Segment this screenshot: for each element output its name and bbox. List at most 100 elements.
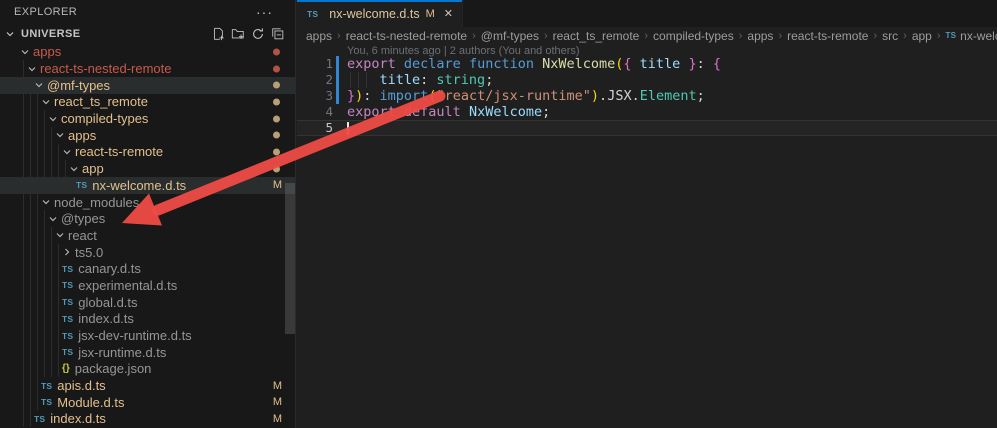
indent-guide (23, 260, 24, 277)
chevron-down-icon (68, 163, 80, 175)
tree-item-experimental-d-ts[interactable]: TSexperimental.d.ts (0, 277, 295, 294)
indent-guide (44, 344, 45, 361)
chevron-down-icon (54, 229, 66, 241)
tree-item-react[interactable]: react (0, 227, 295, 244)
explorer-title: EXPLORER (14, 6, 77, 18)
code-editor[interactable]: You, 6 minutes ago | 2 authors (You and … (297, 44, 997, 428)
breadcrumb-item-react-ts-remote[interactable]: react_ts_remote (553, 29, 640, 43)
workspace-section-header[interactable]: UNIVERSE (0, 24, 295, 43)
breadcrumb-item-compiled-types[interactable]: compiled-types (653, 29, 734, 43)
indent-guide (30, 127, 31, 144)
new-folder-icon[interactable] (229, 25, 246, 42)
indent-guide (23, 60, 24, 77)
tree-item-jsx-runtime-d-ts[interactable]: TSjsx-runtime.d.ts (0, 344, 295, 361)
tree-item-nx-welcome-d-ts[interactable]: TSnx-welcome.d.tsM (0, 177, 295, 194)
tree-item-global-d-ts[interactable]: TSglobal.d.ts (0, 294, 295, 311)
indent-guide (37, 210, 38, 227)
chevron-down-icon (40, 96, 52, 108)
tree-item-ts5-0[interactable]: ts5.0 (0, 244, 295, 261)
git-gutter-modified-bar (336, 88, 339, 104)
code-line-1[interactable]: 1export declare function NxWelcome({ tit… (297, 56, 997, 72)
tree-item-canary-d-ts[interactable]: TScanary.d.ts (0, 260, 295, 277)
indent-guide (30, 277, 31, 294)
indent-guide (30, 77, 31, 94)
tree-item--types[interactable]: @types (0, 210, 295, 227)
git-modified-badge: M (273, 396, 282, 408)
tree-item-react-ts-nested-remote[interactable]: react-ts-nested-remote (0, 60, 295, 77)
indent-guide (58, 244, 59, 261)
explorer-sidebar: EXPLORER ··· UNIVERSE appsreact-ts-neste… (0, 0, 296, 428)
breadcrumb-item-apps[interactable]: apps (747, 29, 773, 43)
breadcrumb-item-src[interactable]: src (882, 29, 898, 43)
tree-item-jsx-dev-runtime-d-ts[interactable]: TSjsx-dev-runtime.d.ts (0, 327, 295, 344)
tree-item-package-json[interactable]: {}package.json (0, 361, 295, 378)
sidebar-scrollbar[interactable] (285, 183, 295, 334)
tree-item-node-modules[interactable]: node_modules (0, 194, 295, 211)
indent-guide (44, 294, 45, 311)
typescript-file-icon: TS (76, 180, 87, 190)
close-icon[interactable]: ✕ (444, 7, 453, 20)
tree-item-compiled-types[interactable]: compiled-types (0, 110, 295, 127)
git-modified-dot (273, 48, 280, 55)
tree-item-apps[interactable]: apps (0, 44, 295, 61)
breadcrumb-item-react-ts-nested-remote[interactable]: react-ts-nested-remote (346, 29, 467, 43)
indent-guide (23, 227, 24, 244)
typescript-file-icon: TS (62, 297, 73, 307)
breadcrumb-separator: › (937, 30, 941, 42)
tab-nx-welcome[interactable]: TS nx-welcome.d.ts M ✕ (297, 0, 463, 27)
indent-guide (44, 277, 45, 294)
indent-guide (58, 177, 59, 194)
tree-item-label: react-ts-remote (75, 144, 163, 159)
code-line-2[interactable]: 2 title: string; (297, 72, 997, 88)
indent-guide (51, 327, 52, 344)
breadcrumb-item-nx-welcome-d-ts[interactable]: TSnx-welcome.d.ts (946, 29, 997, 43)
breadcrumb-item-apps[interactable]: apps (306, 29, 332, 43)
breadcrumb-separator: › (778, 30, 782, 42)
breadcrumb-item--mf-types[interactable]: @mf-types (481, 29, 539, 43)
indent-guide (23, 94, 24, 111)
tree-item-index-d-ts[interactable]: TSindex.d.ts (0, 311, 295, 328)
indent-guide (58, 277, 59, 294)
tree-item-label: node_modules (54, 195, 139, 210)
ellipsis-icon[interactable]: ··· (256, 7, 281, 17)
code-line-3[interactable]: 3}): import("react/jsx-runtime").JSX.Ele… (297, 88, 997, 104)
indent-guide (37, 344, 38, 361)
git-modified-badge: M (273, 179, 282, 191)
code-line-4[interactable]: 4export default NxWelcome; (297, 104, 997, 120)
tree-item-label: jsx-runtime.d.ts (78, 345, 166, 360)
git-modified-dot (273, 148, 280, 155)
breadcrumb-item-react-ts-remote[interactable]: react-ts-remote (787, 29, 868, 43)
tree-item--mf-types[interactable]: @mf-types (0, 77, 295, 94)
indent-guide (51, 294, 52, 311)
tree-item-react-ts-remote[interactable]: react-ts-remote (0, 144, 295, 161)
indent-guide (44, 127, 45, 144)
indent-guide (30, 177, 31, 194)
indent-guide (23, 411, 24, 428)
chevron-down-icon (4, 28, 16, 40)
refresh-icon[interactable] (249, 25, 266, 42)
indent-guide (23, 127, 24, 144)
tab-modified-badge: M (426, 8, 435, 20)
tree-item-apis-d-ts[interactable]: TSapis.d.tsM (0, 377, 295, 394)
indent-guide (44, 144, 45, 161)
indent-guide (72, 177, 73, 194)
new-file-icon[interactable] (209, 25, 226, 42)
breadcrumb-item-app[interactable]: app (912, 29, 932, 43)
indent-guide (51, 127, 52, 144)
tree-item-index-d-ts[interactable]: TSindex.d.tsM (0, 411, 295, 428)
indent-guide (37, 244, 38, 261)
breadcrumb: apps›react-ts-nested-remote›@mf-types›re… (297, 27, 997, 44)
tree-item-module-d-ts[interactable]: TSModule.d.tsM (0, 394, 295, 411)
tree-item-react-ts-remote[interactable]: react_ts_remote (0, 94, 295, 111)
indent-guide (30, 394, 31, 411)
code-line-5[interactable]: 5 (297, 120, 997, 136)
collapse-all-icon[interactable] (269, 25, 286, 42)
tree-item-apps[interactable]: apps (0, 127, 295, 144)
tree-item-label: jsx-dev-runtime.d.ts (78, 328, 191, 343)
indent-guide (23, 110, 24, 127)
git-modified-dot (273, 132, 280, 139)
tree-item-label: apps (68, 128, 96, 143)
indent-guide (44, 260, 45, 277)
indent-guide (44, 361, 45, 378)
tree-item-app[interactable]: app (0, 160, 295, 177)
